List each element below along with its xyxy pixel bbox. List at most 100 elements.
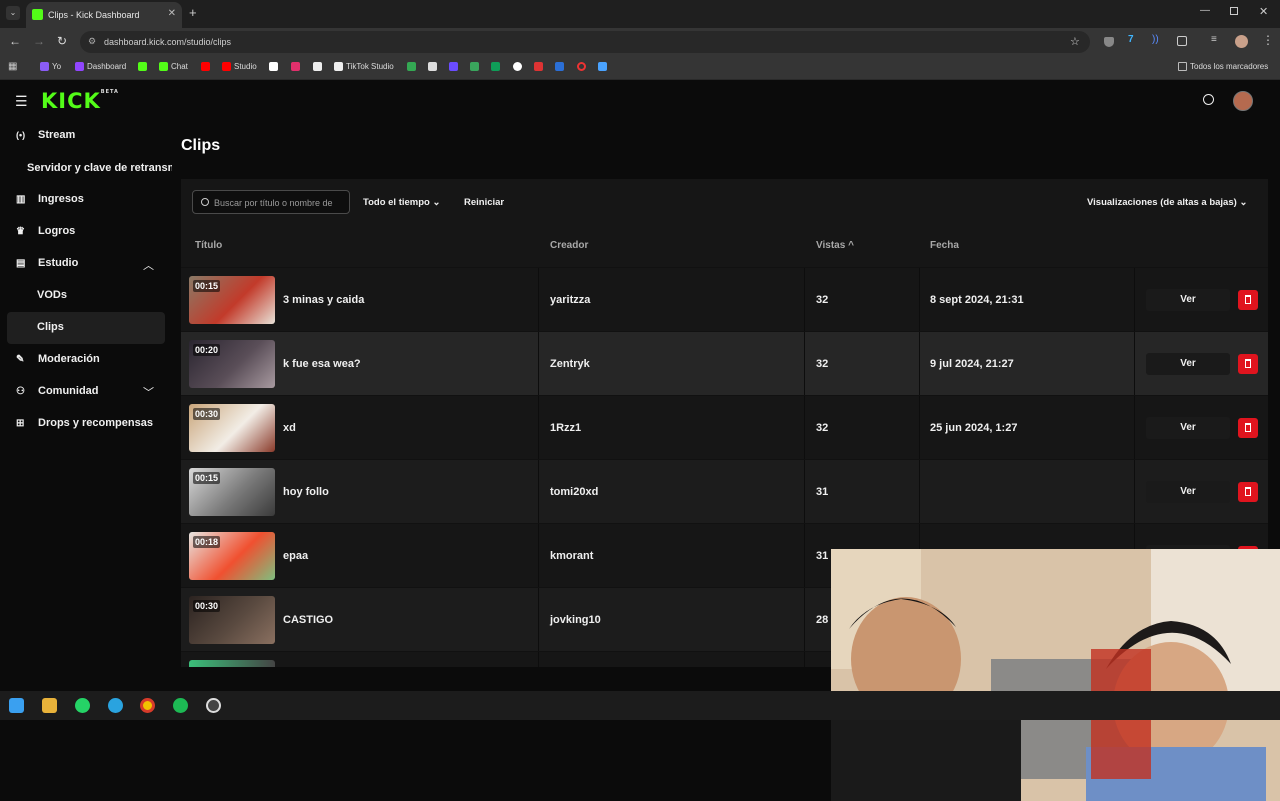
view-clip-button[interactable]: Ver [1146, 417, 1230, 439]
clip-title[interactable]: CASTIGO [283, 614, 333, 626]
bookmark-misc-8[interactable] [598, 62, 607, 71]
bookmark-tiktok-studio[interactable]: TikTok Studio [334, 62, 394, 71]
column-header-views[interactable]: Vistas ^ [816, 240, 854, 251]
bookmark-instagram[interactable] [291, 62, 300, 71]
table-row[interactable]: 00:20 k fue esa wea? Zentryk 32 9 jul 2024, … [181, 331, 1268, 396]
restore-icon[interactable] [1230, 7, 1238, 15]
table-row[interactable]: 00:30 xd 1Rzz1 32 25 jun 2024, 1:27 Ver [181, 395, 1268, 460]
clip-title[interactable]: k fue esa wea? [283, 358, 361, 370]
extension-audio-icon[interactable]: )) [1152, 34, 1159, 45]
clip-creator[interactable]: jovking10 [550, 614, 601, 626]
clip-creator[interactable]: Zentryk [550, 358, 590, 370]
view-clip-button[interactable]: Ver [1146, 289, 1230, 311]
clip-creator[interactable]: 1Rzz1 [550, 422, 581, 434]
sidebar-item-ingresos[interactable]: ▥ Ingresos [16, 193, 84, 205]
bookmark-studio[interactable]: Studio [222, 62, 257, 71]
clip-thumbnail[interactable]: 00:20 [189, 340, 275, 388]
bookmark-star-icon[interactable]: ☆ [1070, 35, 1080, 48]
clip-thumbnail[interactable] [189, 660, 275, 667]
extension-shield-icon[interactable] [1104, 37, 1114, 47]
sidebar-item-server-key[interactable]: Servidor y clave de retransmisión [27, 162, 172, 174]
file-explorer-icon[interactable] [42, 698, 57, 713]
extensions-puzzle-icon[interactable] [1177, 36, 1187, 46]
search-top-icon[interactable] [1203, 94, 1214, 105]
table-row[interactable]: 00:15 hoy follo tomi20xd 31 Ver [181, 459, 1268, 524]
delete-clip-button[interactable] [1238, 290, 1258, 310]
column-header-title[interactable]: Título [195, 240, 222, 251]
back-icon[interactable]: ← [9, 34, 21, 48]
reset-button[interactable]: Reiniciar [464, 197, 504, 208]
bookmark-misc-3[interactable] [470, 62, 479, 71]
search-input[interactable]: Buscar por título o nombre de [192, 190, 350, 214]
bookmark-misc-4[interactable] [513, 62, 522, 71]
clip-creator[interactable]: kmorant [550, 550, 593, 562]
sidebar-item-moderacion[interactable]: ✎ Moderación [16, 353, 100, 365]
apps-grid-icon[interactable]: ▦ [8, 61, 17, 72]
clip-thumbnail[interactable]: 00:15 [189, 468, 275, 516]
user-avatar[interactable] [1233, 91, 1253, 111]
bookmark-misc-6[interactable] [555, 62, 564, 71]
time-filter-dropdown[interactable]: Todo el tiempo ⌄ [363, 197, 440, 208]
bookmark-tiktok[interactable] [313, 62, 322, 71]
delete-clip-button[interactable] [1238, 482, 1258, 502]
delete-clip-button[interactable] [1238, 418, 1258, 438]
extension-translate-icon[interactable]: 7 [1128, 34, 1134, 45]
bookmark-drive[interactable] [407, 62, 416, 71]
bookmark-chat[interactable]: Chat [159, 62, 188, 71]
sort-dropdown[interactable]: Visualizaciones (de altas a bajas) ⌄ [1087, 197, 1247, 208]
bookmark-kick[interactable] [138, 62, 147, 71]
sidebar-item-comunidad[interactable]: ⚇ Comunidad [16, 385, 99, 397]
browser-tab-active[interactable]: Clips - Kick Dashboard ✕ [26, 2, 182, 28]
clip-title[interactable]: xd [283, 422, 296, 434]
bookmark-youtube[interactable] [201, 62, 210, 71]
bookmark-misc-1[interactable] [428, 62, 437, 71]
view-clip-button[interactable]: Ver [1146, 353, 1230, 375]
reading-list-icon[interactable]: ≡ [1211, 34, 1217, 45]
new-tab-icon[interactable]: + [189, 5, 197, 20]
bookmark-sheets[interactable] [491, 62, 500, 71]
close-tab-icon[interactable]: ✕ [168, 8, 176, 19]
delete-clip-button[interactable] [1238, 354, 1258, 374]
clip-thumbnail[interactable]: 00:18 [189, 532, 275, 580]
bookmark-x[interactable] [269, 62, 278, 71]
browser-menu-icon[interactable]: ⋮ [1262, 33, 1274, 47]
chevron-up-icon[interactable]: ︿ [143, 257, 154, 273]
clip-creator[interactable]: tomi20xd [550, 486, 598, 498]
table-row[interactable]: 00:15 3 minas y caida yaritzza 32 8 sept 202… [181, 267, 1268, 332]
clip-title[interactable]: hoy follo [283, 486, 329, 498]
clip-thumbnail[interactable]: 00:30 [189, 404, 275, 452]
bookmark-misc-5[interactable] [534, 62, 543, 71]
telegram-icon[interactable] [108, 698, 123, 713]
minimize-icon[interactable]: — [1200, 5, 1210, 16]
obs-icon[interactable] [206, 698, 221, 713]
tab-list-chevron-icon[interactable]: ⌄ [6, 6, 20, 20]
sidebar-item-clips[interactable]: Clips [37, 321, 64, 333]
column-header-date[interactable]: Fecha [930, 240, 959, 251]
url-field[interactable]: ⚙ dashboard.kick.com/studio/clips ☆ [80, 31, 1090, 53]
close-window-icon[interactable]: ✕ [1259, 5, 1268, 18]
sidebar-item-vods[interactable]: VODs [37, 289, 67, 301]
view-clip-button[interactable]: Ver [1146, 481, 1230, 503]
spotify-icon[interactable] [173, 698, 188, 713]
chevron-down-icon[interactable]: ﹀ [143, 384, 154, 400]
chrome-icon[interactable] [140, 698, 155, 713]
all-bookmarks[interactable]: Todos los marcadores [1178, 62, 1268, 71]
clip-thumbnail[interactable]: 00:15 [189, 276, 275, 324]
sidebar-item-drops[interactable]: ⊞ Drops y recompensas [16, 417, 153, 429]
clip-creator[interactable]: yaritzza [550, 294, 590, 306]
forward-icon[interactable]: → [33, 34, 45, 48]
profile-avatar-icon[interactable] [1235, 35, 1248, 48]
bookmark-misc-2[interactable] [449, 62, 458, 71]
sidebar-item-logros[interactable]: ♛ Logros [16, 225, 75, 237]
bookmark-yo[interactable]: Yo [40, 62, 61, 71]
clip-title[interactable]: 3 minas y caida [283, 294, 364, 306]
site-info-icon[interactable]: ⚙ [88, 36, 96, 47]
bookmark-dashboard[interactable]: Dashboard [75, 62, 126, 71]
clip-thumbnail[interactable]: 00:30 [189, 596, 275, 644]
windows-start-icon[interactable] [9, 698, 24, 713]
sidebar-item-estudio[interactable]: ▤ Estudio [16, 257, 78, 269]
bookmark-misc-7[interactable] [577, 62, 586, 71]
column-header-creator[interactable]: Creador [550, 240, 588, 251]
hamburger-menu-icon[interactable]: ☰ [15, 93, 28, 110]
kick-logo[interactable]: KICKBETA [41, 89, 119, 113]
